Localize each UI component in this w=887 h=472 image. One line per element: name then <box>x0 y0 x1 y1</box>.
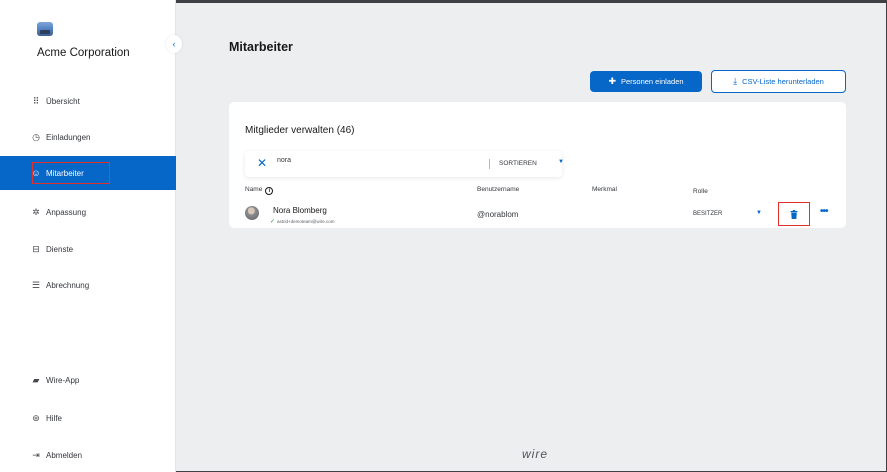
org-name: Acme Corporation <box>37 47 130 59</box>
column-header-username: Benutzername <box>477 186 520 193</box>
sidebar-item-abmelden[interactable]: ⇥ Abmelden <box>0 438 176 472</box>
column-header-name: Name i <box>245 186 274 195</box>
sidebar-item-abrechnung[interactable]: ☰ Abrechnung <box>0 268 176 302</box>
download-icon: ⤓ <box>733 76 738 86</box>
search-input[interactable] <box>277 157 457 164</box>
sidebar-item-dienste[interactable]: ⊟ Dienste <box>0 232 176 266</box>
download-csv-button[interactable]: ⤓ CSV-Liste herunterladen <box>711 70 846 93</box>
sidebar-item-hilfe[interactable]: ⊛ Hilfe <box>0 401 176 435</box>
delete-member-button[interactable] <box>778 202 810 226</box>
member-search-bar: ✕ SORTIEREN ▼ <box>245 151 564 177</box>
add-user-icon: ✚ <box>608 76 616 86</box>
sidebar-item-label: Übersicht <box>46 96 80 106</box>
chat-icon: ▰ <box>32 374 40 385</box>
sidebar-item-anpassung[interactable]: ✲ Anpassung <box>0 195 176 229</box>
sidebar-item-label: Wire-App <box>46 375 80 385</box>
sidebar-item-label: Anpassung <box>46 207 87 217</box>
logout-icon: ⇥ <box>32 449 40 460</box>
wire-logo: wire <box>522 447 549 461</box>
sidebar-item-uebersicht[interactable]: ⠿ Übersicht <box>0 84 176 118</box>
list-icon: ☰ <box>31 279 41 290</box>
role-select[interactable]: BESITZER <box>693 211 722 217</box>
sidebar-item-einladungen[interactable]: ◷ Einladungen <box>0 120 176 154</box>
sidebar-item-label: Abmelden <box>46 450 83 460</box>
settings-icon: ✲ <box>32 206 40 217</box>
clock-icon: ◷ <box>32 131 40 142</box>
download-csv-label: CSV-Liste herunterladen <box>742 77 824 86</box>
sidebar-item-label: Abrechnung <box>46 280 90 290</box>
sidebar-item-label: Dienste <box>46 244 74 254</box>
divider <box>489 159 490 169</box>
info-icon[interactable]: i <box>265 187 274 195</box>
sort-dropdown[interactable]: SORTIEREN <box>499 160 537 167</box>
member-name: Nora Blomberg <box>273 206 327 215</box>
close-icon[interactable]: ✕ <box>257 156 267 170</box>
sidebar-item-wire-app[interactable]: ▰ Wire-App <box>0 363 176 397</box>
sidebar-item-label: Hilfe <box>46 413 63 423</box>
services-icon: ⊟ <box>32 243 40 254</box>
member-email-text: astrid+demoteam@wire.com <box>277 219 335 224</box>
help-icon: ⊛ <box>32 412 40 423</box>
trash-icon <box>790 209 798 219</box>
chevron-left-icon[interactable]: ‹ <box>166 35 182 53</box>
grid-icon: ⠿ <box>32 95 40 106</box>
sidebar-item-label: Einladungen <box>46 132 91 142</box>
org-logo <box>37 22 53 36</box>
invite-people-button[interactable]: ✚ Personen einladen <box>590 71 702 92</box>
check-icon: ✓ <box>270 219 276 225</box>
column-header-label: Name <box>245 186 263 193</box>
highlight-box <box>32 162 110 184</box>
column-header-feature: Merkmal <box>592 186 617 193</box>
member-email: ✓ astrid+demoteam@wire.com <box>270 218 335 225</box>
invite-people-label: Personen einladen <box>620 77 684 86</box>
column-header-role: Rolle <box>693 188 708 195</box>
caret-down-icon[interactable]: ▼ <box>558 159 564 165</box>
card-title: Mitglieder verwalten (46) <box>245 125 355 136</box>
page-title: Mitarbeiter <box>229 40 293 54</box>
sidebar: Acme Corporation ‹ ⠿ Übersicht ◷ Einladu… <box>0 0 182 472</box>
caret-down-icon[interactable]: ▼ <box>756 210 762 216</box>
member-username: @norablom <box>477 210 519 219</box>
members-card: Mitglieder verwalten (46) ✕ SORTIEREN ▼ … <box>229 102 846 228</box>
avatar <box>245 206 259 220</box>
more-options-icon[interactable]: ••• <box>820 206 828 217</box>
